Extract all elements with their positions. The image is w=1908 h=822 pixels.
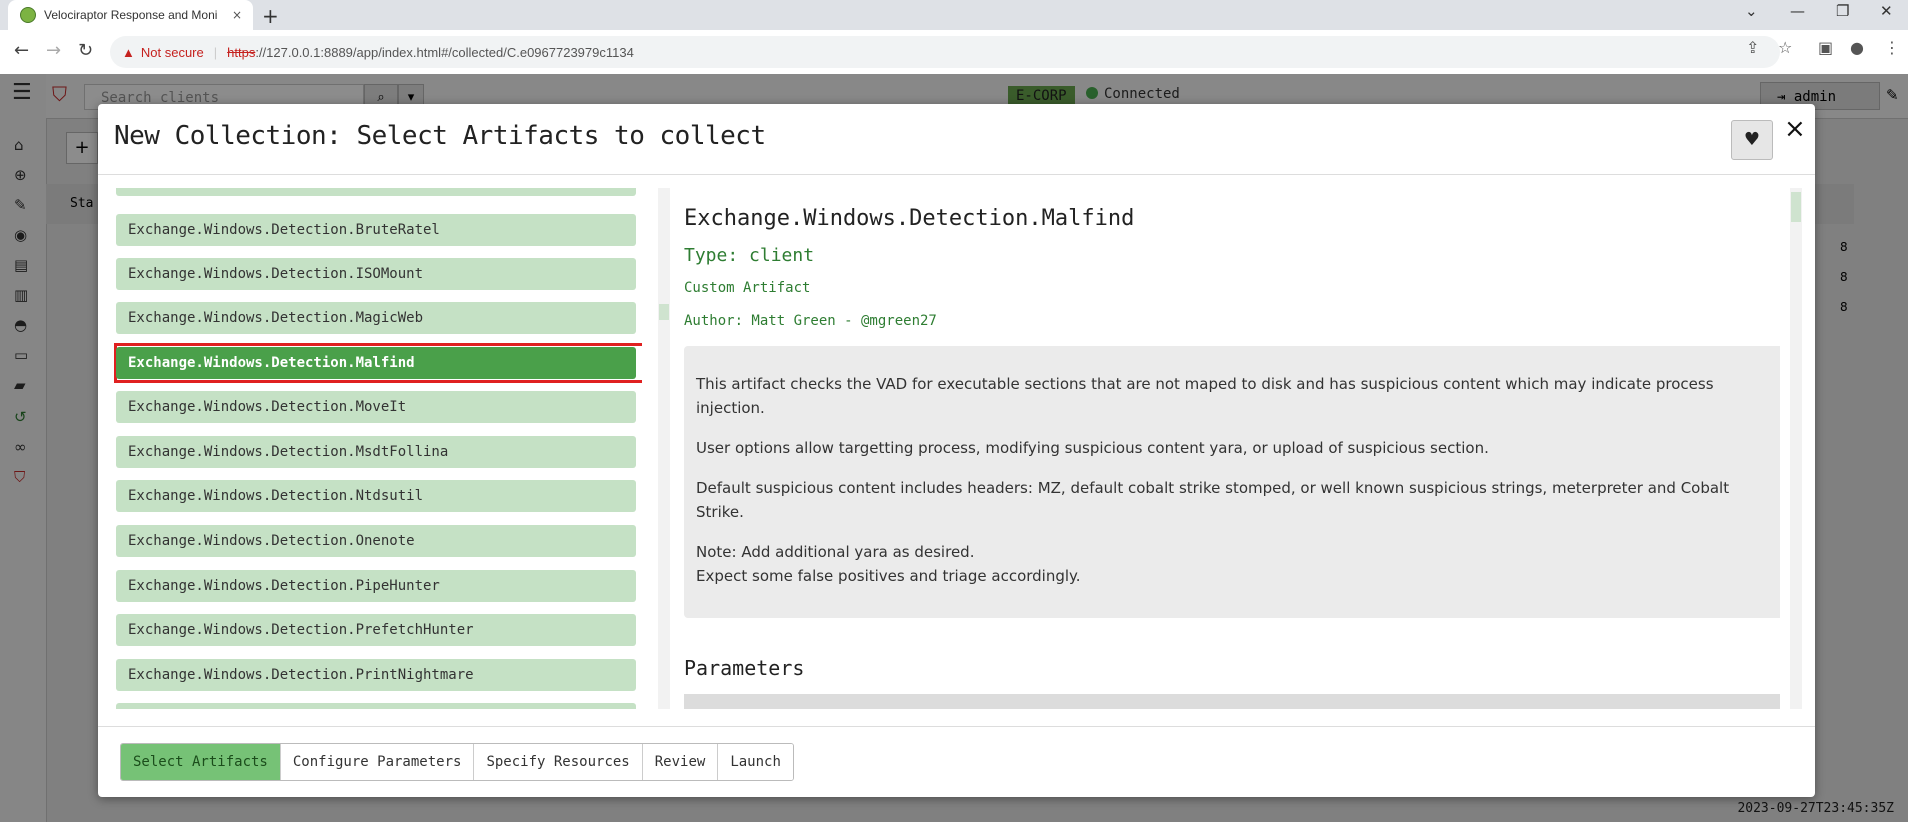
new-tab-button[interactable]: + [262, 4, 279, 28]
url-scheme: https [227, 44, 256, 60]
artifact-item[interactable]: Exchange.Windows.Detection.PipeHunter [116, 570, 636, 602]
warning-icon: ▲ [122, 44, 135, 60]
scrollbar-thumb[interactable] [1791, 192, 1801, 222]
artifact-name-heading: Exchange.Windows.Detection.Malfind [684, 206, 1135, 231]
artifact-item[interactable]: Exchange.Windows.Detection.Onenote [116, 525, 636, 557]
description-note: Expect some false positives and triage a… [696, 567, 1081, 585]
minimize-window-button[interactable]: — [1790, 2, 1805, 20]
description-paragraph: User options allow targetting process, m… [696, 439, 1489, 457]
modal-header: New Collection: Select Artifacts to coll… [98, 104, 1815, 175]
configure-parameters-step-button[interactable]: Configure Parameters [279, 744, 474, 780]
browser-toolbar: ← → ↻ ▲ Not secure | https ://127.0.0.1:… [0, 30, 1908, 75]
artifact-item[interactable]: Exchange.Windows.Detection.MsdtFollina [116, 436, 636, 468]
new-collection-modal: New Collection: Select Artifacts to coll… [98, 104, 1815, 797]
modal-close-button[interactable]: × [1784, 114, 1806, 144]
artifact-item[interactable] [116, 188, 636, 196]
artifact-item[interactable]: Exchange.Windows.Detection.MagicWeb [116, 302, 636, 334]
artifact-item[interactable]: Exchange.Windows.Detection.ISOMount [116, 258, 636, 290]
description-paragraph: This artifact checks the VAD for executa… [696, 375, 1714, 417]
browser-tab-strip: Velociraptor Response and Moni × + ⌄ — ❐… [0, 0, 1908, 30]
close-window-button[interactable]: ✕ [1880, 2, 1893, 20]
modal-footer: Select Artifacts Configure Parameters Sp… [98, 726, 1815, 798]
artifact-item[interactable]: Exchange.Windows.Detection.PrintNightmar… [116, 659, 636, 691]
forward-arrow-icon[interactable]: → [46, 40, 61, 61]
velociraptor-favicon-icon [20, 7, 36, 23]
heart-icon: ♥ [1743, 129, 1761, 150]
reload-icon[interactable]: ↻ [78, 40, 93, 61]
custom-artifact-label: Custom Artifact [684, 280, 811, 296]
artifact-type: Type: client [684, 245, 815, 266]
modal-title: New Collection: Select Artifacts to coll… [114, 121, 766, 151]
artifact-item[interactable]: Exchange.Windows.Detection.PrefetchHunte… [116, 614, 636, 646]
browser-tab[interactable]: Velociraptor Response and Moni × [8, 0, 253, 30]
select-artifacts-step-button[interactable]: Select Artifacts [121, 744, 280, 780]
artifact-list: Exchange.Windows.Detection.BruteRatel Ex… [114, 188, 642, 709]
artifact-item-selected[interactable]: Exchange.Windows.Detection.Malfind [116, 347, 636, 379]
tab-search-icon[interactable]: ⌄ [1745, 2, 1758, 20]
specify-resources-step-button[interactable]: Specify Resources [473, 744, 642, 780]
wizard-steps: Select Artifacts Configure Parameters Sp… [120, 743, 794, 781]
artifact-description: This artifact checks the VAD for executa… [684, 346, 1780, 618]
tab-title: Velociraptor Response and Moni [44, 8, 218, 22]
tab-close-icon[interactable]: × [229, 8, 245, 22]
artifact-detail-panel: Exchange.Windows.Detection.Malfind Type:… [680, 188, 1780, 709]
review-step-button[interactable]: Review [641, 744, 718, 780]
address-bar[interactable]: ▲ Not secure | https ://127.0.0.1:8889/a… [110, 36, 1780, 68]
back-arrow-icon[interactable]: ← [14, 40, 29, 61]
launch-step-button[interactable]: Launch [717, 744, 793, 780]
artifact-item[interactable]: Exchange.Windows.Detection.BruteRatel [116, 214, 636, 246]
description-note: Note: Add additional yara as desired. [696, 543, 975, 561]
description-paragraph: Default suspicious content includes head… [696, 479, 1730, 521]
url-text: ://127.0.0.1:8889/app/index.html#/collec… [255, 44, 634, 60]
artifact-list-scrollbar[interactable] [658, 188, 670, 709]
side-panel-icon[interactable]: ▣ [1818, 38, 1833, 57]
artifact-item[interactable]: Exchange.Windows.Detection.MoveIt [116, 391, 636, 423]
artifact-author: Author: Matt Green - @mgreen27 [684, 313, 937, 329]
bookmark-star-icon[interactable]: ☆ [1778, 38, 1792, 57]
favorite-heart-button[interactable]: ♥ [1731, 120, 1773, 160]
not-secure-label[interactable]: Not secure [141, 45, 204, 60]
share-icon[interactable]: ⇪ [1746, 38, 1759, 57]
parameters-heading: Parameters [684, 656, 805, 680]
parameters-table [684, 694, 1780, 709]
restore-window-button[interactable]: ❐ [1836, 2, 1849, 20]
address-separator: | [213, 44, 218, 60]
artifact-item[interactable]: Exchange.Windows.Detection.Ntdsutil [116, 480, 636, 512]
artifact-item[interactable] [116, 703, 636, 709]
detail-scrollbar[interactable] [1790, 188, 1802, 709]
scrollbar-thumb[interactable] [659, 304, 669, 320]
browser-menu-icon[interactable]: ⋮ [1884, 38, 1900, 57]
profile-avatar-icon[interactable]: ● [1850, 38, 1864, 57]
